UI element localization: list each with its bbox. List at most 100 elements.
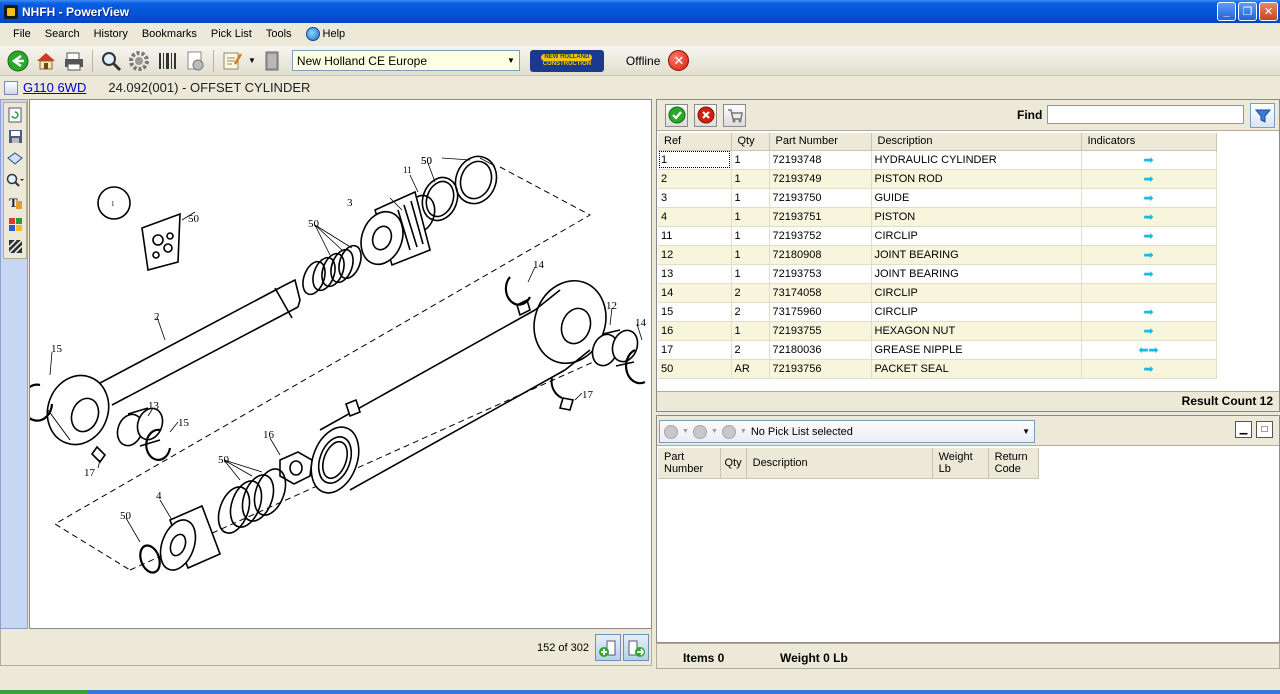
- notes-icon[interactable]: [220, 49, 244, 73]
- col-description[interactable]: Description: [871, 133, 1082, 151]
- offline-icon[interactable]: ✕: [668, 50, 690, 71]
- qty-cell[interactable]: 1: [731, 226, 770, 246]
- add-page-button[interactable]: [595, 634, 621, 661]
- part-number-cell[interactable]: 73174058: [769, 283, 872, 303]
- menu-file[interactable]: File: [6, 26, 38, 42]
- description-cell[interactable]: HEXAGON NUT: [871, 321, 1082, 341]
- ref-cell[interactable]: 3: [658, 188, 732, 208]
- col-qty[interactable]: Qty: [731, 133, 770, 151]
- description-cell[interactable]: GREASE NIPPLE: [871, 340, 1082, 360]
- barcode-icon[interactable]: [155, 49, 179, 73]
- indicator-arrow-icon[interactable]: ➡: [1143, 210, 1153, 224]
- pick-list-select[interactable]: ▼ ▼ ▼ No Pick List selected ▼: [659, 420, 1035, 443]
- part-number-cell[interactable]: 73175960: [769, 302, 872, 322]
- filter-button[interactable]: [1250, 103, 1275, 128]
- description-cell[interactable]: CIRCLIP: [871, 283, 1082, 303]
- text-tool-icon[interactable]: T: [6, 194, 24, 211]
- table-row[interactable]: 11 1 72193752 CIRCLIP ➡: [658, 226, 1217, 246]
- ref-cell[interactable]: 50: [658, 359, 732, 379]
- ref-cell[interactable]: 11: [658, 226, 732, 246]
- maximize-panel-button[interactable]: □: [1256, 421, 1273, 438]
- table-row[interactable]: 13 1 72193753 JOINT BEARING ➡: [658, 264, 1217, 284]
- description-cell[interactable]: CIRCLIP: [871, 226, 1082, 246]
- indicator-arrow-icon[interactable]: ➡: [1143, 229, 1153, 243]
- ref-cell[interactable]: 14: [658, 283, 732, 303]
- table-row[interactable]: 3 1 72193750 GUIDE ➡: [658, 188, 1217, 208]
- description-cell[interactable]: PISTON ROD: [871, 169, 1082, 189]
- part-number-cell[interactable]: 72193753: [769, 264, 872, 284]
- part-number-cell[interactable]: 72193750: [769, 188, 872, 208]
- part-number-cell[interactable]: 72180908: [769, 245, 872, 265]
- ref-cell[interactable]: 13: [658, 264, 732, 284]
- indicator-cell[interactable]: ➡: [1081, 188, 1217, 208]
- col-weight[interactable]: Weight Lb: [932, 448, 989, 479]
- refresh-icon[interactable]: [6, 106, 24, 123]
- indicator-cell[interactable]: ➡: [1081, 245, 1217, 265]
- settings-page-icon[interactable]: [183, 49, 207, 73]
- qty-cell[interactable]: 1: [731, 150, 770, 170]
- indicator-arrow-icon[interactable]: ➡: [1143, 153, 1153, 167]
- part-number-cell[interactable]: 72180036: [769, 340, 872, 360]
- table-row[interactable]: 17 2 72180036 GREASE NIPPLE ⬅➡: [658, 340, 1217, 360]
- part-number-cell[interactable]: 72193748: [769, 150, 872, 170]
- indicator-cell[interactable]: ➡: [1081, 207, 1217, 227]
- col-ref[interactable]: Ref: [658, 133, 732, 151]
- description-cell[interactable]: JOINT BEARING: [871, 264, 1082, 284]
- menu-search[interactable]: Search: [38, 26, 87, 42]
- menu-bookmarks[interactable]: Bookmarks: [135, 26, 204, 42]
- ref-cell[interactable]: 4: [658, 207, 732, 227]
- part-number-cell[interactable]: 72193755: [769, 321, 872, 341]
- col-part-number[interactable]: Part Number: [769, 133, 872, 151]
- col-part-number[interactable]: Part Number: [658, 448, 721, 479]
- indicator-cell[interactable]: ➡: [1081, 264, 1217, 284]
- description-cell[interactable]: GUIDE: [871, 188, 1082, 208]
- qty-cell[interactable]: 1: [731, 264, 770, 284]
- qty-cell[interactable]: 1: [731, 321, 770, 341]
- description-cell[interactable]: PISTON: [871, 207, 1082, 227]
- table-row[interactable]: 1 1 72193748 HYDRAULIC CYLINDER ➡: [658, 150, 1217, 170]
- description-cell[interactable]: CIRCLIP: [871, 302, 1082, 322]
- indicator-cell[interactable]: ➡: [1081, 169, 1217, 189]
- menu-tools[interactable]: Tools: [259, 26, 299, 42]
- minimize-button[interactable]: _: [1217, 2, 1236, 21]
- indicator-arrow-icon[interactable]: ➡: [1143, 172, 1153, 186]
- picklist-settings-icon[interactable]: [664, 424, 678, 439]
- indicator-cell[interactable]: ⬅➡: [1081, 340, 1217, 360]
- save-icon[interactable]: [6, 128, 24, 145]
- indicator-arrow-icon[interactable]: ➡: [1143, 267, 1153, 281]
- indicator-cell[interactable]: ➡: [1081, 302, 1217, 322]
- indicator-cell[interactable]: ➡: [1081, 359, 1217, 379]
- maximize-button[interactable]: ❐: [1238, 2, 1257, 21]
- col-return-code[interactable]: Return Code: [988, 448, 1039, 479]
- back-icon[interactable]: [6, 49, 30, 73]
- reject-button[interactable]: [694, 103, 717, 127]
- col-qty[interactable]: Qty: [720, 448, 747, 479]
- pattern-tool-icon[interactable]: [6, 238, 24, 255]
- notes-dropdown-icon[interactable]: ▼: [248, 56, 256, 65]
- indicator-arrow-icon[interactable]: ⬅➡: [1138, 343, 1158, 357]
- indicator-arrow-icon[interactable]: ➡: [1143, 248, 1153, 262]
- table-row[interactable]: 16 1 72193755 HEXAGON NUT ➡: [658, 321, 1217, 341]
- next-page-button[interactable]: [623, 634, 649, 661]
- ref-cell[interactable]: 16: [658, 321, 732, 341]
- home-icon[interactable]: [34, 49, 58, 73]
- part-number-cell[interactable]: 72193756: [769, 359, 872, 379]
- indicator-cell[interactable]: ➡: [1081, 321, 1217, 341]
- ref-cell[interactable]: 17: [658, 340, 732, 360]
- indicator-arrow-icon[interactable]: ➡: [1143, 305, 1153, 319]
- part-number-cell[interactable]: 72193751: [769, 207, 872, 227]
- menu-pick-list[interactable]: Pick List: [204, 26, 259, 42]
- qty-cell[interactable]: 1: [731, 207, 770, 227]
- qty-cell[interactable]: 1: [731, 188, 770, 208]
- table-row[interactable]: 14 2 73174058 CIRCLIP: [658, 283, 1217, 303]
- col-description[interactable]: Description: [746, 448, 933, 479]
- table-row[interactable]: 2 1 72193749 PISTON ROD ➡: [658, 169, 1217, 189]
- menu-history[interactable]: History: [87, 26, 135, 42]
- book-icon[interactable]: [260, 49, 284, 73]
- description-cell[interactable]: PACKET SEAL: [871, 359, 1082, 379]
- add-to-cart-button[interactable]: [723, 103, 746, 127]
- export-icon[interactable]: [6, 150, 24, 167]
- color-tool-icon[interactable]: [6, 216, 24, 233]
- qty-cell[interactable]: 2: [731, 302, 770, 322]
- qty-cell[interactable]: AR: [731, 359, 770, 379]
